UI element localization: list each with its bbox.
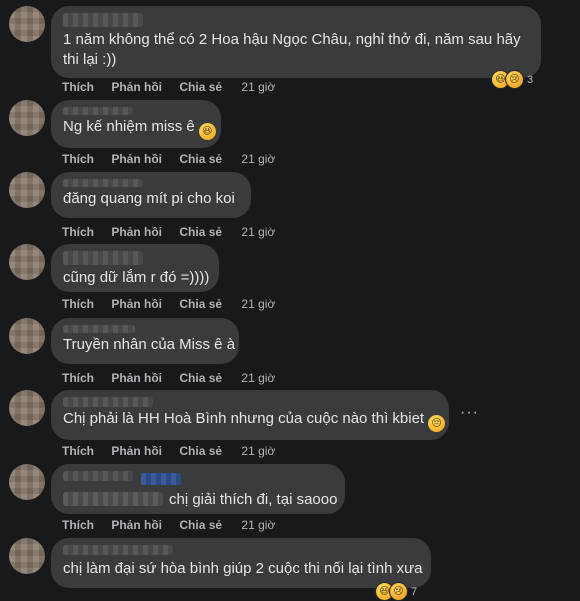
avatar[interactable]	[9, 464, 45, 500]
avatar[interactable]	[9, 538, 45, 574]
author-name-blurred[interactable]	[63, 179, 143, 187]
reply-button[interactable]: Phản hồi	[111, 80, 162, 94]
timestamp[interactable]: 21 giờ	[241, 152, 275, 166]
comment-bubble: chị làm đại sứ hòa bình giúp 2 cuộc thi …	[51, 538, 431, 588]
comment-bubble: Ng kế nhiệm miss ê 😆	[51, 100, 221, 148]
comment-actions: Thích Phản hồi Chia sẻ 21 giờ	[62, 518, 289, 532]
comment-bubble: Truyền nhân của Miss ê à	[51, 318, 239, 364]
avatar[interactable]	[9, 100, 45, 136]
like-button[interactable]: Thích	[62, 225, 94, 239]
comment-actions: Thích Phản hồi Chia sẻ 21 giờ	[62, 225, 289, 239]
like-button[interactable]: Thích	[62, 518, 94, 532]
avatar[interactable]	[9, 390, 45, 426]
avatar[interactable]	[9, 172, 45, 208]
like-button[interactable]: Thích	[62, 297, 94, 311]
like-button[interactable]: Thích	[62, 444, 94, 458]
timestamp[interactable]: 21 giờ	[241, 518, 275, 532]
timestamp[interactable]: 21 giờ	[241, 297, 275, 311]
reaction-count: 3	[527, 73, 534, 86]
share-button[interactable]: Chia sẻ	[179, 297, 222, 311]
comment-text: Truyền nhân của Miss ê à	[63, 336, 236, 353]
more-options-icon[interactable]: ···	[460, 404, 479, 422]
like-button[interactable]: Thích	[62, 152, 94, 166]
share-button[interactable]: Chia sẻ	[179, 371, 222, 385]
author-name-blurred[interactable]	[63, 325, 135, 333]
comment-bubble: Chị phải là HH Hoà Bình nhưng của cuộc n…	[51, 390, 449, 440]
like-button[interactable]: Thích	[62, 371, 94, 385]
share-button[interactable]: Chia sẻ	[179, 444, 222, 458]
comment-text: cũng dữ lắm r đó =))))	[63, 269, 210, 286]
sad-emoji-icon: 😢	[389, 582, 408, 601]
reply-button[interactable]: Phản hồi	[111, 225, 162, 239]
reply-button[interactable]: Phản hồi	[111, 518, 162, 532]
comment-bubble: đăng quang mít pi cho koi	[51, 172, 251, 218]
author-name-blurred[interactable]	[63, 107, 133, 115]
comment-actions: Thích Phản hồi Chia sẻ 21 giờ	[62, 444, 289, 458]
avatar[interactable]	[9, 244, 45, 280]
author-name-blurred[interactable]	[63, 545, 173, 555]
comment-actions: Thích Phản hồi Chia sẻ 21 giờ	[62, 80, 289, 94]
share-button[interactable]: Chia sẻ	[179, 80, 222, 94]
comment-text-content: Chị phải là HH Hoà Bình nhưng của cuộc n…	[63, 410, 425, 427]
comment-bubble: chị giải thích đi, tại saooo	[51, 464, 345, 514]
sad-emoji-icon: 😢	[505, 70, 524, 89]
reply-button[interactable]: Phản hồi	[111, 444, 162, 458]
comment-actions: Thích Phản hồi Chia sẻ 21 giờ	[62, 152, 289, 166]
share-button[interactable]: Chia sẻ	[179, 152, 222, 166]
comment-actions: Thích Phản hồi Chia sẻ 21 giờ	[62, 297, 289, 311]
comment-text: Chị phải là HH Hoà Bình nhưng của cuộc n…	[63, 409, 446, 432]
comment-text: chị giải thích đi, tại saooo	[63, 490, 337, 510]
comment-actions: Thích Phản hồi Chia sẻ 21 giờ	[62, 371, 289, 385]
author-name-blurred[interactable]	[63, 397, 153, 407]
share-button[interactable]: Chia sẻ	[179, 518, 222, 532]
reply-button[interactable]: Phản hồi	[111, 152, 162, 166]
comment-text-content: chị giải thích đi, tại saooo	[169, 491, 338, 508]
comment-text-continued: thi lại :))	[63, 51, 117, 68]
author-name-blurred[interactable]	[63, 471, 133, 481]
comment-text-content: Ng kế nhiệm miss ê	[63, 118, 195, 135]
author-name-blurred[interactable]	[63, 251, 143, 265]
timestamp[interactable]: 21 giờ	[241, 371, 275, 385]
reply-button[interactable]: Phản hồi	[111, 371, 162, 385]
laugh-emoji-icon: 😆	[198, 123, 216, 140]
timestamp[interactable]: 21 giờ	[241, 225, 275, 239]
sad-emoji-icon: 😔	[428, 415, 446, 432]
reaction-summary[interactable]: 😆 😢 3	[491, 70, 533, 89]
comment-text: 1 năm không thể có 2 Hoa hậu Ngọc Châu, …	[63, 31, 521, 48]
author-name-blurred[interactable]	[63, 13, 143, 27]
tagged-name-blurred[interactable]	[141, 473, 181, 485]
avatar[interactable]	[9, 6, 45, 42]
reply-button[interactable]: Phản hồi	[111, 297, 162, 311]
comment-text: Ng kế nhiệm miss ê 😆	[63, 117, 216, 140]
comment-bubble: cũng dữ lắm r đó =))))	[51, 244, 219, 292]
comment-bubble: 1 năm không thể có 2 Hoa hậu Ngọc Châu, …	[51, 6, 541, 78]
mention-blurred[interactable]	[63, 492, 163, 506]
share-button[interactable]: Chia sẻ	[179, 225, 222, 239]
timestamp[interactable]: 21 giờ	[241, 80, 275, 94]
reaction-summary[interactable]: 😆 😢 7	[375, 582, 417, 601]
like-button[interactable]: Thích	[62, 80, 94, 94]
comment-text: chị làm đại sứ hòa bình giúp 2 cuộc thi …	[63, 560, 423, 577]
avatar[interactable]	[9, 318, 45, 354]
comment-text: đăng quang mít pi cho koi	[63, 190, 235, 207]
timestamp[interactable]: 21 giờ	[241, 444, 275, 458]
